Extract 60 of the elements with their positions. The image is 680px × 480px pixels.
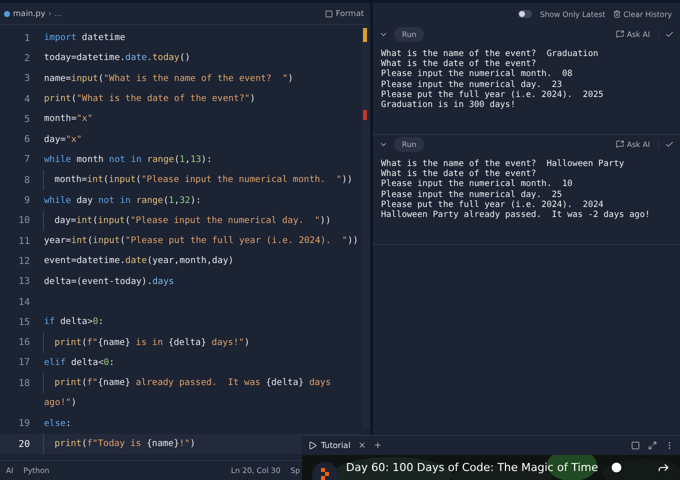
tutorial-tab[interactable]: Tutorial [308,441,350,450]
line-number: 3 [23,73,30,84]
line-number: 13 [18,276,30,288]
line-number: 20 [18,438,30,450]
console-output: What is the name of the event? Halloween Party What is the date of the event? Please input the numerical month. 10 Please input the numerical day. 25 Please put the full year (i.e. 2024). 2024 Halloween Party already passed. It was -2 days ago! [381,159,652,220]
line-number: 6 [23,134,30,146]
line-number: 10 [18,215,30,226]
code-line: day="x" [43,134,82,147]
line-number: 19 [18,418,30,430]
chat-icon [616,30,624,38]
line-number: 11 [18,236,30,247]
code-line: month=int(input("Please input the numerical month. ")) [43,170,353,190]
expand-icon[interactable] [648,441,657,450]
line-number: 1 [23,32,30,44]
line-number: 9 [23,195,30,206]
code-line: print(f"{name} already passed. It was {delta} days [43,373,331,394]
console-output: What is the name of the event? Graduation What is the date of the event? Please input the numerical month. 08 Please input the numerical day. 23 Please put the full year (i.e. 2024). 2025 Graduation is in 300 days! [381,49,604,110]
close-button[interactable]: × [358,440,366,450]
code-line: day=int(input("Please input the numerical day. ")) [43,210,331,231]
format-button[interactable]: Format [324,9,364,18]
code-line: if delta>0: [43,316,104,330]
code-line: today=datetime.date.today() [43,52,190,66]
line-number: 5 [23,114,30,125]
code-line: print(f"Today is {name}!") [43,434,196,454]
code-line: event=datetime.date(year,month,day) [43,255,234,268]
line-number: 18 [18,378,30,389]
line-number: 14 [18,296,30,308]
code-line: else: [43,418,72,431]
format-icon [324,10,333,18]
code-line: name=input("What is the name of the event? ") [43,72,294,86]
chat-icon [616,140,624,148]
line-number: 16 [18,337,30,348]
code-line: delta=(event-today).days [43,276,174,289]
share-icon[interactable] [657,461,670,474]
code-line: elif delta<0: [43,356,114,370]
code-line: print(f"{name} is in {delta} days!") [43,332,250,353]
trash-icon [613,10,622,18]
code-line: year=int(input("Please put the full year (i.e. 2024). ")) [43,235,358,248]
line-number: 17 [18,357,30,368]
line-number: 12 [18,256,30,267]
breadcrumb[interactable]: main.py › ... [4,9,62,18]
play-icon [308,441,317,450]
line-number: 15 [18,316,30,328]
code-line: while day not in range(1,32): [43,194,202,208]
line-number: 8 [23,174,30,186]
code-line: import datetime [43,32,126,46]
stop-icon[interactable] [631,441,640,450]
check-icon[interactable] [665,30,674,38]
toggle-switch[interactable] [518,10,532,18]
line-number: 2 [23,52,30,64]
add-tab-button[interactable]: + [374,440,382,450]
code-line: print("What is the date of the event?") [43,93,256,106]
line-number: 4 [23,94,30,105]
line-number: 7 [23,154,30,166]
code-line: while month not in range(1,13): [43,154,212,167]
code-line: month="x" [43,113,93,126]
channel-logo[interactable] [312,462,338,480]
code-line: ago!") [43,397,77,410]
scrollbar[interactable] [362,28,370,428]
check-icon[interactable] [665,140,674,148]
